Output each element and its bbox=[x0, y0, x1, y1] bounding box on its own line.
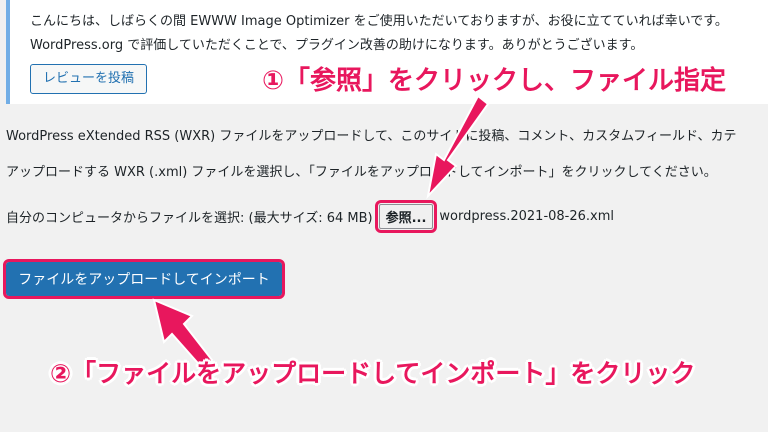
notice-line-2: WordPress.org で評価していただくことで、プラグイン改善の助けになり… bbox=[30, 38, 644, 53]
step2-annotation: ②「ファイルをアップロードしてインポート」をクリック bbox=[50, 359, 696, 388]
selected-file-name: wordpress.2021-08-26.xml bbox=[439, 209, 615, 224]
file-select-row: 自分のコンピュータからファイルを選択: (最大サイズ: 64 MB) 参照...… bbox=[6, 200, 615, 233]
importer-instruction: アップロードする WXR (.xml) ファイルを選択し、「ファイルをアップロー… bbox=[6, 165, 717, 180]
upload-and-import-button[interactable]: ファイルをアップロードしてインポート bbox=[3, 259, 285, 299]
notice-message: こんにちは、しばらくの間 EWWW Image Optimizer をご使用いた… bbox=[30, 10, 768, 58]
step1-annotation: ①「参照」をクリックし、ファイル指定 bbox=[262, 66, 727, 96]
browse-button[interactable]: 参照... bbox=[374, 200, 438, 233]
post-review-button[interactable]: レビューを投稿 bbox=[30, 64, 148, 94]
arrow-to-browse-icon bbox=[426, 94, 490, 200]
file-select-label: 自分のコンピュータからファイルを選択: (最大サイズ: 64 MB) bbox=[6, 211, 373, 226]
notice-line-1: こんにちは、しばらくの間 EWWW Image Optimizer をご使用いた… bbox=[30, 14, 728, 29]
importer-description: WordPress eXtended RSS (WXR) ファイルをアップロード… bbox=[6, 129, 737, 144]
